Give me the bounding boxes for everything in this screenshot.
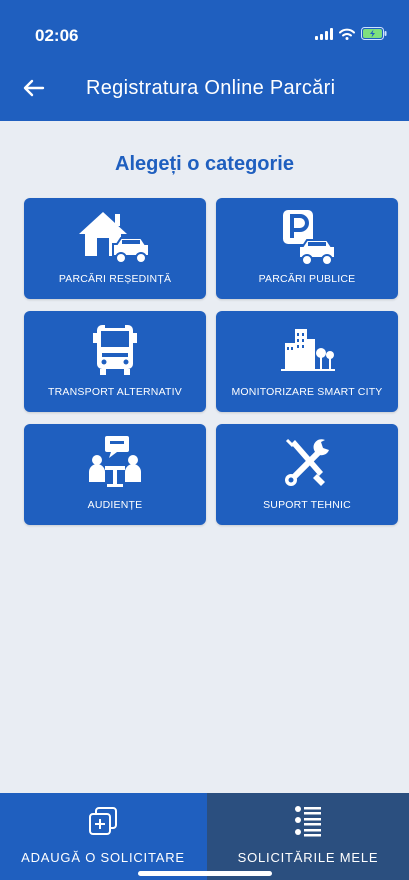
category-label: PARCĂRI REȘEDINȚĂ xyxy=(58,273,172,285)
arrow-left-icon[interactable] xyxy=(22,76,52,104)
category-heading: Alegeți o categorie xyxy=(115,153,294,175)
signal-icon xyxy=(315,27,333,40)
add-copy-icon xyxy=(0,805,206,837)
tools-icon xyxy=(216,432,398,494)
status-bar: 02:06 xyxy=(0,0,409,56)
category-tile-transport-alternativ[interactable]: TRANSPORT ALTERNATIV xyxy=(24,311,206,412)
house-car-icon xyxy=(24,206,206,268)
bottom-navigation: ADAUGĂ O SOLICITARE SOLICITĂRILE MELE xyxy=(0,793,409,880)
category-tile-parcari-publice[interactable]: PARCĂRI PUBLICE xyxy=(216,198,398,299)
top-header: 02:06 Registratura Online Parcări xyxy=(0,0,409,121)
city-buildings-icon xyxy=(216,319,398,381)
list-icon xyxy=(207,805,409,839)
category-label: AUDIENȚE xyxy=(87,499,143,511)
category-tile-suport-tehnic[interactable]: SUPORT TEHNIC xyxy=(216,424,398,525)
category-label: SUPORT TEHNIC xyxy=(263,499,351,511)
my-requests-button[interactable]: SOLICITĂRILE MELE xyxy=(207,793,409,880)
bus-icon xyxy=(24,319,206,381)
add-request-button[interactable]: ADAUGĂ O SOLICITARE xyxy=(0,793,206,880)
app-bar: Registratura Online Parcări xyxy=(0,62,409,118)
wifi-icon xyxy=(339,28,355,40)
meeting-icon xyxy=(24,432,206,494)
home-indicator xyxy=(138,871,272,876)
category-label: MONITORIZARE SMART CITY xyxy=(231,386,383,398)
parking-car-icon xyxy=(216,206,398,268)
category-tile-audiente[interactable]: AUDIENȚE xyxy=(24,424,206,525)
category-label: TRANSPORT ALTERNATIV xyxy=(48,386,182,398)
category-tile-monitorizare-smart-city[interactable]: MONITORIZARE SMART CITY xyxy=(216,311,398,412)
category-tile-parcari-resedinta[interactable]: PARCĂRI REȘEDINȚĂ xyxy=(24,198,206,299)
status-icons xyxy=(315,27,387,40)
category-label: PARCĂRI PUBLICE xyxy=(258,273,356,285)
my-requests-label: SOLICITĂRILE MELE xyxy=(237,850,379,865)
status-time: 02:06 xyxy=(35,26,79,45)
add-request-label: ADAUGĂ O SOLICITARE xyxy=(21,850,185,865)
page-title: Registratura Online Parcări xyxy=(86,77,336,99)
battery-charging-icon xyxy=(361,27,387,40)
